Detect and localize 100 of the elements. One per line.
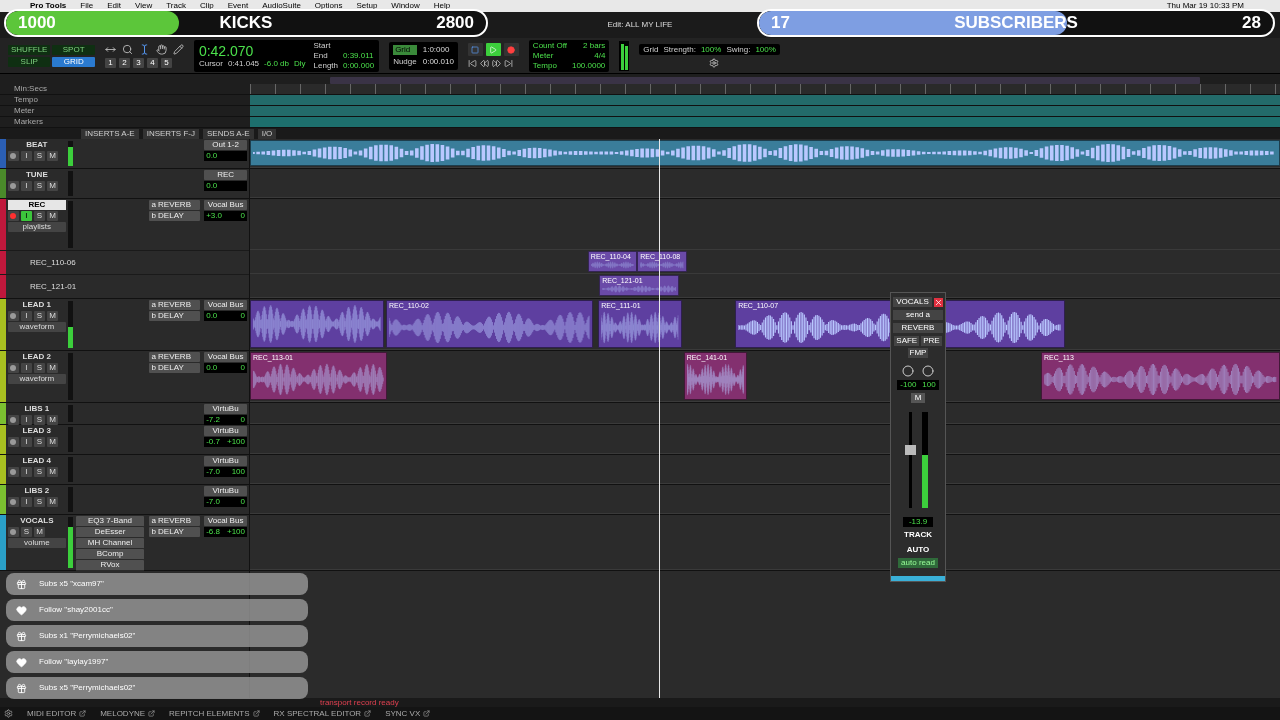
track-toggle-button[interactable]: M (46, 311, 58, 321)
settings-icon[interactable] (709, 57, 720, 68)
record-button[interactable] (7, 181, 19, 191)
track-name[interactable]: TUNE (7, 170, 66, 180)
menu-item[interactable]: AudioSuite (262, 0, 301, 12)
insert-slot[interactable]: RVox (75, 560, 145, 571)
send-destination[interactable]: REVERB (893, 323, 943, 333)
editor-tab[interactable]: MELODYNE (100, 708, 156, 719)
output-selector[interactable]: REC (204, 170, 247, 180)
output-selector[interactable]: Vocal Bus (204, 516, 247, 526)
zoom-preset-button[interactable]: 3 (132, 57, 144, 68)
track-toggle-button[interactable]: I (20, 151, 32, 161)
record-button[interactable] (7, 437, 19, 447)
track-name[interactable]: LEAD 1 (7, 300, 66, 310)
search-icon[interactable] (121, 43, 133, 55)
output-selector[interactable]: VirtuBu (204, 486, 247, 496)
menu-item[interactable]: Window (391, 0, 420, 12)
output-selector[interactable]: Vocal Bus (204, 200, 247, 210)
menu-item[interactable]: Clip (199, 0, 214, 12)
close-icon[interactable] (934, 297, 943, 307)
record-button[interactable] (7, 211, 19, 221)
track-toggle-button[interactable]: I (20, 437, 32, 447)
track-toggle-button[interactable]: S (33, 497, 45, 507)
send-slot[interactable]: b DELAY (149, 363, 201, 373)
zoom-preset-button[interactable]: 1 (104, 57, 116, 68)
record-button[interactable] (503, 43, 519, 56)
send-slot[interactable]: b DELAY (149, 527, 201, 537)
track-toggle-button[interactable]: S (33, 311, 45, 321)
menu-item[interactable]: Options (314, 0, 343, 12)
automation-selector[interactable]: auto read (898, 558, 938, 568)
rewind-icon[interactable] (479, 59, 489, 68)
zoom-preset-button[interactable]: 5 (160, 57, 172, 68)
track-toggle-button[interactable]: M (46, 363, 58, 373)
insert-slot[interactable]: MH Channel (75, 538, 145, 549)
output-selector[interactable]: VirtuBu (204, 426, 247, 436)
editor-tab[interactable]: REPITCH ELEMENTS (169, 708, 260, 719)
track-toggle-button[interactable]: I (20, 311, 32, 321)
edit-mode-button[interactable]: GRID (52, 56, 95, 67)
editor-tab[interactable]: RX SPECTRAL EDITOR (273, 708, 372, 719)
insert-slot[interactable]: DeEsser (75, 527, 145, 538)
track-name[interactable]: LIBS 2 (7, 486, 66, 496)
menu-item[interactable]: Edit (107, 0, 121, 12)
pencil-tool-icon[interactable] (172, 43, 184, 55)
track-toggle-button[interactable]: S (33, 415, 45, 425)
fast-forward-icon[interactable] (491, 59, 501, 68)
record-button[interactable] (7, 363, 19, 373)
view-selector[interactable]: waveform (7, 322, 66, 332)
menu-item[interactable]: File (80, 0, 94, 12)
edit-mode-button[interactable]: SPOT (52, 44, 95, 55)
output-selector[interactable]: Out 1-2 (204, 140, 247, 150)
view-selector[interactable]: volume (7, 538, 66, 548)
skip-to-end-icon[interactable] (503, 59, 513, 68)
record-button[interactable] (7, 415, 19, 425)
track-toggle-button[interactable]: S (20, 527, 32, 537)
track-toggle-button[interactable]: I (20, 497, 32, 507)
track-toggle-button[interactable]: S (33, 437, 45, 447)
send-slot[interactable]: b DELAY (149, 311, 201, 321)
track-toggle-button[interactable]: M (46, 467, 58, 477)
editor-tab[interactable]: MIDI EDITOR (27, 708, 87, 719)
insert-slot[interactable]: EQ3 7-Band (75, 516, 145, 527)
menu-item[interactable]: Setup (356, 0, 378, 12)
track-toggle-button[interactable]: M (33, 527, 45, 537)
view-selector[interactable]: playlists (7, 222, 66, 232)
grabber-tool-icon[interactable] (155, 43, 167, 55)
track-toggle-button[interactable]: S (33, 211, 45, 221)
edit-mode-button[interactable]: SHUFFLE (8, 44, 51, 55)
playlist-name[interactable]: REC_121-01 (30, 281, 77, 292)
send-selector[interactable]: send a (893, 310, 943, 320)
track-name[interactable]: LIBS 1 (7, 404, 66, 414)
track-name[interactable]: LEAD 4 (7, 456, 66, 466)
menu-item[interactable]: Event (227, 0, 249, 12)
send-slot[interactable]: b DELAY (149, 211, 201, 221)
track-toggle-button[interactable]: M (46, 151, 58, 161)
zoom-preset-button[interactable]: 2 (118, 57, 130, 68)
track-toggle-button[interactable]: S (33, 181, 45, 191)
track-toggle-button[interactable]: S (33, 467, 45, 477)
output-selector[interactable]: VirtuBu (204, 404, 247, 414)
track-toggle-button[interactable]: S (33, 151, 45, 161)
editor-tab[interactable]: SYNC VX (385, 708, 431, 719)
settings-icon[interactable] (4, 709, 13, 718)
playhead-cursor[interactable] (658, 139, 660, 698)
output-selector[interactable]: VirtuBu (204, 456, 247, 466)
record-button[interactable] (7, 467, 19, 477)
record-button[interactable] (7, 311, 19, 321)
menu-item[interactable]: Help (433, 0, 451, 12)
send-option-button[interactable]: PRE (921, 336, 942, 346)
send-slot[interactable]: a REVERB (149, 516, 201, 526)
send-slot[interactable]: a REVERB (149, 352, 201, 362)
send-option-button[interactable]: SAFE (894, 336, 920, 346)
insert-slot[interactable]: BComp (75, 549, 145, 560)
track-toggle-button[interactable]: M (46, 211, 58, 221)
send-slot[interactable]: a REVERB (149, 300, 201, 310)
view-selector[interactable]: waveform (7, 374, 66, 384)
track-toggle-button[interactable]: M (46, 497, 58, 507)
track-name[interactable]: LEAD 3 (7, 426, 66, 436)
send-slot[interactable]: a REVERB (149, 200, 201, 210)
edit-mode-button[interactable]: SLIP (8, 56, 51, 67)
zoom-preset-button[interactable]: 4 (146, 57, 158, 68)
track-toggle-button[interactable]: M (46, 415, 58, 425)
mute-button[interactable]: M (910, 393, 926, 403)
